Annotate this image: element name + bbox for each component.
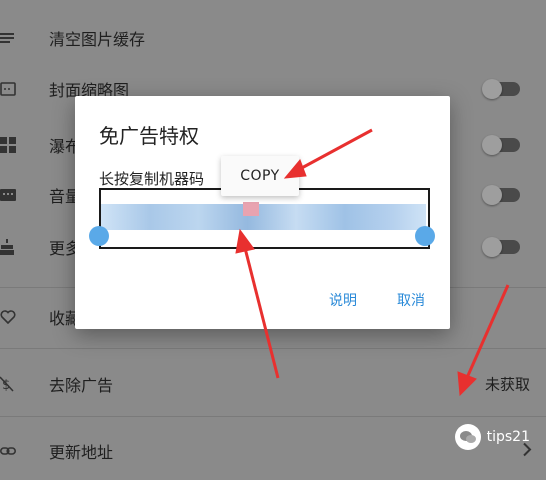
divider: [0, 416, 546, 417]
more-toggle[interactable]: [482, 237, 520, 257]
toggle-knob: [482, 79, 502, 99]
no-money-icon: $: [0, 374, 20, 394]
text-selection-highlight: [101, 204, 426, 230]
copy-button[interactable]: COPY: [221, 156, 299, 196]
explain-button[interactable]: 说明: [329, 290, 357, 310]
setting-label: 去除广告: [49, 376, 114, 395]
selection-start-handle[interactable]: [89, 226, 109, 246]
wechat-icon: [454, 424, 481, 450]
waterfall-toggle[interactable]: [482, 135, 520, 155]
setting-label: 更新地址: [49, 443, 114, 462]
setting-row-clear-cache[interactable]: 清空图片缓存: [0, 9, 546, 67]
machine-code-label: 长按复制机器码: [99, 170, 205, 188]
cover-thumbnail-toggle[interactable]: [482, 79, 520, 99]
dialog-title: 免广告特权: [99, 124, 199, 148]
toggle-knob: [482, 185, 502, 205]
setting-label: 清空图片缓存: [49, 30, 146, 49]
selection-cursor-mark: [243, 202, 259, 216]
volume-toggle[interactable]: [482, 185, 520, 205]
watermark-text: tips21: [486, 429, 530, 445]
menu-lines-icon: [0, 28, 20, 48]
cancel-button[interactable]: 取消: [397, 290, 425, 310]
image-icon: [0, 79, 20, 99]
ad-free-dialog: 免广告特权 长按复制机器码 COPY 说明 取消: [75, 96, 450, 329]
watermark: tips21: [454, 424, 530, 450]
ad-status-value: 未获取: [484, 375, 530, 394]
divider: [0, 348, 546, 349]
grid-icon: [0, 135, 20, 155]
keyboard-icon: [0, 185, 20, 205]
link-icon: [0, 441, 20, 461]
cake-icon: [0, 237, 20, 257]
toggle-knob: [482, 237, 502, 257]
toggle-knob: [482, 135, 502, 155]
machine-code-field[interactable]: [99, 188, 430, 249]
heart-icon: [0, 307, 20, 327]
setting-row-remove-ads[interactable]: $ 去除广告 未获取: [0, 355, 546, 413]
selection-end-handle[interactable]: [415, 226, 435, 246]
